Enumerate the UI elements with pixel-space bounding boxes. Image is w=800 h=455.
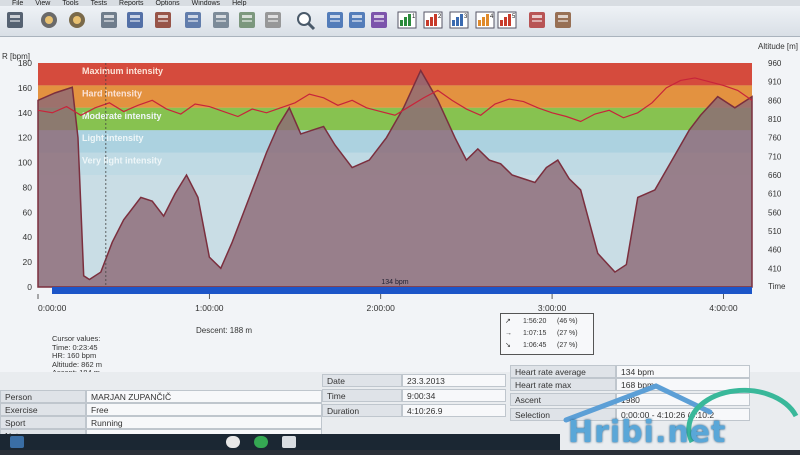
percent-icon[interactable] xyxy=(236,9,258,31)
zone-percent: (27 %) xyxy=(557,342,578,349)
left-axis-tick: 140 xyxy=(18,108,32,118)
data-table-icon[interactable] xyxy=(210,9,232,31)
x-axis-tick-label: 3:00:00 xyxy=(538,303,567,313)
zone-time: 1:06:45 xyxy=(523,342,547,349)
zone-summary-row: ↗ 1:56:20 (46 %) xyxy=(505,316,589,328)
app-icon[interactable] xyxy=(282,436,296,448)
right-axis-tick: 760 xyxy=(768,134,782,143)
right-axis-tick: 460 xyxy=(768,246,782,255)
right-axis-title: Altitude [m] xyxy=(758,42,798,51)
x-axis-tick-label: 0:00:00 xyxy=(38,303,67,313)
right-axis-tick: 510 xyxy=(768,227,782,236)
heart-rate-altitude-chart[interactable]: Maximum intensity Hard intensity Moderate … xyxy=(0,37,800,372)
taskbar xyxy=(0,434,560,450)
user-red-icon[interactable] xyxy=(152,9,174,31)
left-axis-title: R [bpm] xyxy=(2,52,30,61)
hr-average-label: Heart rate average xyxy=(510,365,616,378)
waves-icon[interactable] xyxy=(368,9,390,31)
left-axis-tick: 160 xyxy=(18,83,32,93)
zone-4-icon[interactable]: 4 xyxy=(474,9,496,31)
zone-1-icon[interactable]: 1 xyxy=(396,9,418,31)
grid-icon[interactable] xyxy=(262,9,284,31)
sport-label: Sport xyxy=(0,416,86,429)
descent-label: Descent: 188 m xyxy=(196,326,253,335)
exercise-value[interactable]: Free xyxy=(86,403,322,416)
zone-label: Hard intensity xyxy=(82,88,142,98)
hr-average-value: 134 bpm xyxy=(616,365,750,378)
book-icon[interactable] xyxy=(124,9,146,31)
calendar-icon[interactable] xyxy=(98,9,120,31)
date-value: 23.3.2013 xyxy=(402,374,506,387)
right-axis-tick: 560 xyxy=(768,208,782,217)
x-axis-tick-label: 1:00:00 xyxy=(195,303,224,313)
hribi-watermark: Hribi.net xyxy=(560,382,800,450)
right-axis-tick: 960 xyxy=(768,59,782,68)
zoom-icon[interactable] xyxy=(294,9,316,31)
time-value: 9:00:34 xyxy=(402,389,506,402)
zone-2-icon[interactable]: 2 xyxy=(422,9,444,31)
exercise-label: Exercise xyxy=(0,403,86,416)
left-axis-tick: 80 xyxy=(23,182,33,192)
duration-value: 4:10:26.9 xyxy=(402,404,506,417)
time-axis-bar xyxy=(52,287,752,294)
zone-time: 1:56:20 xyxy=(523,318,547,325)
refresh-icon[interactable] xyxy=(38,9,60,31)
x-axis-tick-label: 2:00:00 xyxy=(367,303,396,313)
start-icon[interactable] xyxy=(10,436,24,448)
left-axis-tick: 0 xyxy=(27,282,32,292)
trend-arrow-icon: ↗ xyxy=(505,318,511,325)
x-axis-tick-label: 4:00:00 xyxy=(709,303,738,313)
right-axis-tick: 410 xyxy=(768,264,782,273)
right-axis-tick: 660 xyxy=(768,171,782,180)
podium-icon[interactable] xyxy=(526,9,548,31)
zone-label: Light intensity xyxy=(82,133,144,143)
zone-label: Moderate intensity xyxy=(82,111,162,121)
bar-chart-icon[interactable] xyxy=(182,9,204,31)
person-label: Person xyxy=(0,390,86,403)
zone-summary-box: ↗ 1:56:20 (46 %) → 1:07:15 (27 %) ↘ 1:06:45 (27 … xyxy=(500,313,594,355)
zone-label: Maximum intensity xyxy=(82,66,163,76)
right-axis-tick: 910 xyxy=(768,78,782,87)
right-axis-tick: Time xyxy=(768,282,786,291)
zone-percent: (46 %) xyxy=(557,318,578,325)
date-label: Date xyxy=(322,374,402,387)
left-axis-tick: 100 xyxy=(18,158,32,168)
zone-5-icon[interactable]: 5 xyxy=(496,9,518,31)
left-axis-tick: 20 xyxy=(23,257,33,267)
time-label: Time xyxy=(322,389,402,402)
person-value[interactable]: MARJAN ZUPANČIČ xyxy=(86,390,322,403)
people-icon[interactable] xyxy=(552,9,574,31)
zone-label: Very light intensity xyxy=(82,156,162,166)
right-axis-tick: 810 xyxy=(768,115,782,124)
toolbar: 12345 xyxy=(0,6,800,37)
zone-3-icon[interactable]: 3 xyxy=(448,9,470,31)
zone-summary-row: ↘ 1:06:45 (27 %) xyxy=(505,340,589,352)
browser-icon[interactable] xyxy=(226,436,240,448)
watermark-text: Hribi.net xyxy=(568,415,727,450)
duration-label: Duration xyxy=(322,404,402,417)
hr-average-line-label: 134 bpm xyxy=(381,279,408,286)
sync-icon[interactable] xyxy=(66,9,88,31)
chrome-icon[interactable] xyxy=(254,436,268,448)
right-axis-tick: 860 xyxy=(768,96,782,105)
trend-arrow-icon: ↘ xyxy=(505,342,511,349)
upload-icon[interactable] xyxy=(346,9,368,31)
zone-summary-row: → 1:07:15 (27 %) xyxy=(505,328,589,340)
zone-percent: (27 %) xyxy=(557,330,578,337)
zone-time: 1:07:15 xyxy=(523,330,547,337)
left-axis-tick: 40 xyxy=(23,232,33,242)
left-axis-tick: 120 xyxy=(18,133,32,143)
right-axis-tick: 610 xyxy=(768,190,782,199)
trend-arrow-icon: → xyxy=(505,330,512,337)
save-icon[interactable] xyxy=(4,9,26,31)
left-axis-tick: 60 xyxy=(23,207,33,217)
zone-band xyxy=(38,85,752,108)
right-axis-tick: 710 xyxy=(768,152,782,161)
sport-value[interactable]: Running xyxy=(86,416,322,429)
download-icon[interactable] xyxy=(324,9,346,31)
